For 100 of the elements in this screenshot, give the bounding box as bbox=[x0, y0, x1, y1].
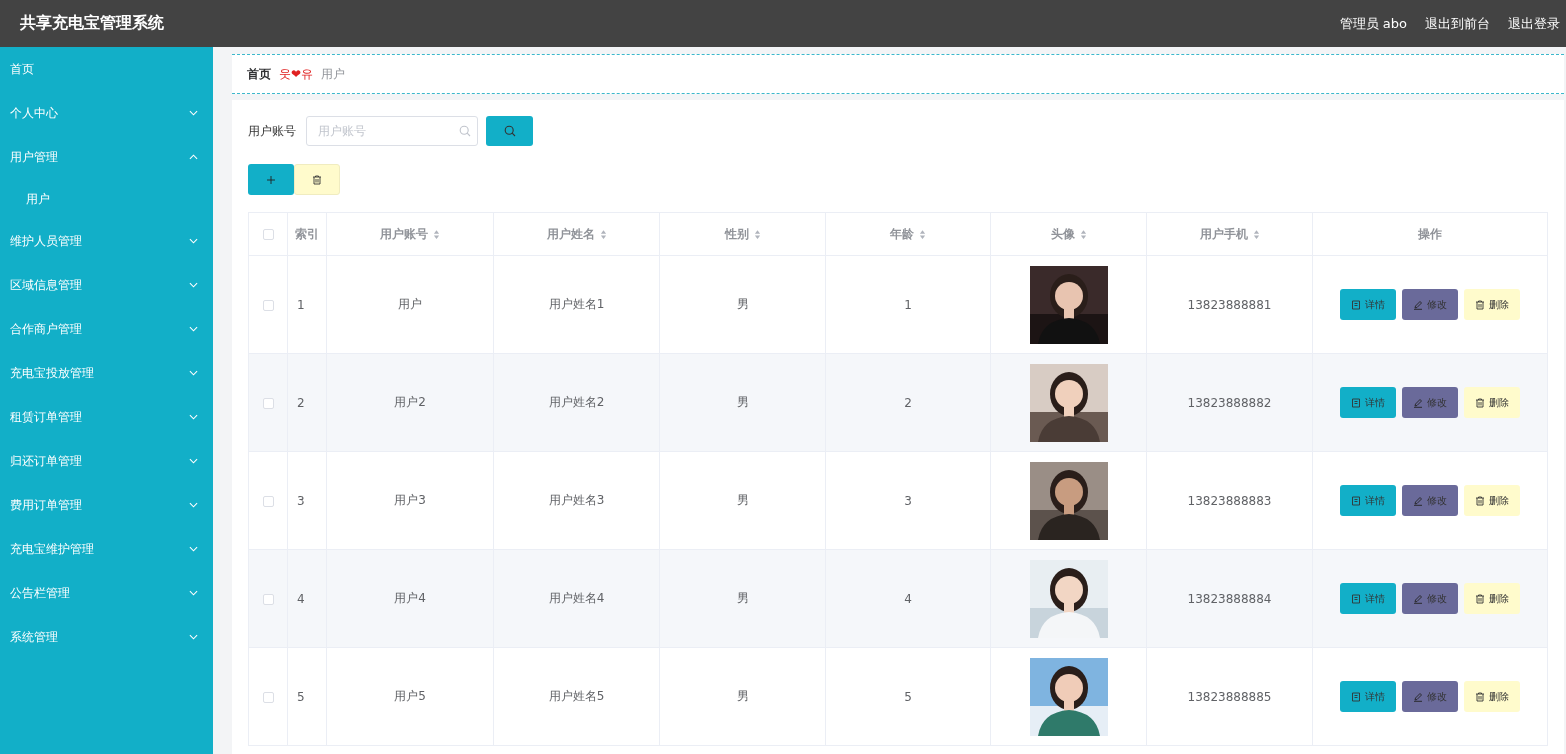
sidebar-item[interactable]: 用户管理 bbox=[0, 135, 213, 179]
sidebar-item[interactable]: 租赁订单管理 bbox=[0, 395, 213, 439]
delete-button[interactable]: 删除 bbox=[1464, 681, 1520, 712]
table-cell: 4 bbox=[297, 591, 305, 606]
table-cell: 用户姓名1 bbox=[548, 297, 605, 311]
edit-button[interactable]: 修改 bbox=[1402, 289, 1458, 320]
detail-button[interactable]: 详情 bbox=[1340, 681, 1396, 712]
table-cell: 13823888885 bbox=[1187, 689, 1272, 704]
sidebar-item[interactable]: 区域信息管理 bbox=[0, 263, 213, 307]
sort-icon[interactable] bbox=[433, 228, 440, 240]
column-header: 年龄 bbox=[890, 225, 914, 243]
sort-icon[interactable] bbox=[599, 228, 607, 240]
checkbox[interactable] bbox=[262, 495, 274, 507]
plus-icon bbox=[266, 174, 276, 185]
sidebar-item[interactable]: 个人中心 bbox=[0, 91, 213, 135]
table-cell: 2 bbox=[904, 395, 912, 410]
sidebar-item[interactable]: 充电宝维护管理 bbox=[0, 527, 213, 571]
checkbox[interactable] bbox=[262, 691, 274, 703]
edit-button[interactable]: 修改 bbox=[1402, 681, 1458, 712]
chevron-icon bbox=[189, 458, 198, 464]
table-cell: 用户姓名2 bbox=[548, 395, 605, 409]
table-cell: 13823888882 bbox=[1187, 395, 1272, 410]
breadcrumb-separator: 웃❤유 bbox=[279, 65, 314, 83]
sort-icon[interactable] bbox=[1079, 228, 1087, 240]
search-icon bbox=[459, 125, 471, 137]
table-cell: 用户姓名4 bbox=[548, 591, 605, 605]
delete-button[interactable]: 删除 bbox=[1464, 289, 1520, 320]
chevron-icon bbox=[189, 370, 198, 376]
sidebar-item[interactable]: 首页 bbox=[0, 47, 213, 91]
sort-icon[interactable] bbox=[1252, 228, 1260, 240]
delete-button[interactable] bbox=[294, 164, 340, 195]
pencil-icon bbox=[1413, 691, 1423, 702]
table-cell: 2 bbox=[297, 395, 305, 410]
chevron-icon bbox=[189, 154, 198, 160]
delete-button[interactable]: 删除 bbox=[1464, 583, 1520, 614]
sidebar-item[interactable]: 系统管理 bbox=[0, 615, 213, 659]
checkbox[interactable] bbox=[262, 229, 274, 240]
sidebar-item[interactable]: 归还订单管理 bbox=[0, 439, 213, 483]
sidebar-item[interactable]: 公告栏管理 bbox=[0, 571, 213, 615]
pencil-icon bbox=[1413, 299, 1423, 310]
header-link[interactable]: 退出到前台 bbox=[1425, 14, 1490, 33]
table-cell: 男 bbox=[736, 689, 749, 703]
sort-icon[interactable] bbox=[753, 228, 761, 240]
sidebar-item[interactable]: 费用订单管理 bbox=[0, 483, 213, 527]
breadcrumb-link[interactable]: 首页 bbox=[247, 65, 271, 83]
table-cell: 5 bbox=[297, 689, 305, 704]
detail-button[interactable]: 详情 bbox=[1340, 583, 1396, 614]
document-icon bbox=[1351, 397, 1361, 408]
sidebar-subitem[interactable]: 用户 bbox=[0, 179, 213, 219]
header-link[interactable]: 管理员 abo bbox=[1339, 14, 1407, 33]
table-cell: 4 bbox=[904, 591, 912, 606]
edit-button[interactable]: 修改 bbox=[1402, 583, 1458, 614]
chevron-icon bbox=[189, 546, 198, 552]
table-cell: 男 bbox=[736, 395, 749, 409]
table-cell: 13823888881 bbox=[1187, 297, 1272, 312]
pencil-icon bbox=[1413, 397, 1423, 408]
edit-button[interactable]: 修改 bbox=[1402, 485, 1458, 516]
delete-button[interactable]: 删除 bbox=[1464, 387, 1520, 418]
chevron-icon bbox=[189, 110, 198, 116]
chevron-icon bbox=[189, 634, 198, 640]
pencil-icon bbox=[1413, 593, 1423, 604]
search-icon bbox=[503, 125, 516, 137]
header-link[interactable]: 退出登录 bbox=[1508, 14, 1560, 33]
chevron-icon bbox=[189, 590, 198, 596]
table-cell: 用户5 bbox=[394, 689, 426, 703]
checkbox[interactable] bbox=[262, 593, 274, 605]
edit-button[interactable]: 修改 bbox=[1402, 387, 1458, 418]
table-cell: 5 bbox=[904, 689, 912, 704]
search-button[interactable] bbox=[486, 116, 533, 146]
detail-button[interactable]: 详情 bbox=[1340, 485, 1396, 516]
checkbox[interactable] bbox=[262, 397, 274, 409]
table-cell: 男 bbox=[736, 493, 749, 507]
table-cell: 用户姓名5 bbox=[548, 689, 605, 703]
table-cell: 1 bbox=[297, 297, 305, 312]
column-header: 用户姓名 bbox=[546, 225, 595, 243]
breadcrumb-current: 用户 bbox=[321, 65, 346, 83]
table-cell: 用户4 bbox=[394, 591, 426, 605]
app-title: 共享充电宝管理系统 bbox=[20, 13, 164, 34]
column-header: 用户账号 bbox=[380, 225, 428, 243]
sort-icon[interactable] bbox=[919, 228, 926, 240]
trash-icon bbox=[1475, 299, 1485, 310]
checkbox[interactable] bbox=[262, 299, 274, 311]
chevron-icon bbox=[189, 502, 198, 508]
detail-button[interactable]: 详情 bbox=[1340, 387, 1396, 418]
trash-icon bbox=[1475, 495, 1485, 506]
detail-button[interactable]: 详情 bbox=[1340, 289, 1396, 320]
table-cell: 男 bbox=[736, 591, 749, 605]
sidebar-item[interactable]: 合作商户管理 bbox=[0, 307, 213, 351]
document-icon bbox=[1351, 691, 1361, 702]
trash-icon bbox=[1475, 593, 1485, 604]
column-header: 性别 bbox=[724, 225, 749, 243]
document-icon bbox=[1351, 299, 1361, 310]
table-cell: 用户2 bbox=[394, 395, 426, 409]
sidebar-item[interactable]: 维护人员管理 bbox=[0, 219, 213, 263]
delete-button[interactable]: 删除 bbox=[1464, 485, 1520, 516]
search-field[interactable]: 用户账号 bbox=[306, 116, 478, 146]
table-cell: 用户3 bbox=[394, 493, 426, 507]
sidebar-item[interactable]: 充电宝投放管理 bbox=[0, 351, 213, 395]
column-header: 头像 bbox=[1050, 225, 1075, 243]
chevron-icon bbox=[189, 414, 198, 420]
